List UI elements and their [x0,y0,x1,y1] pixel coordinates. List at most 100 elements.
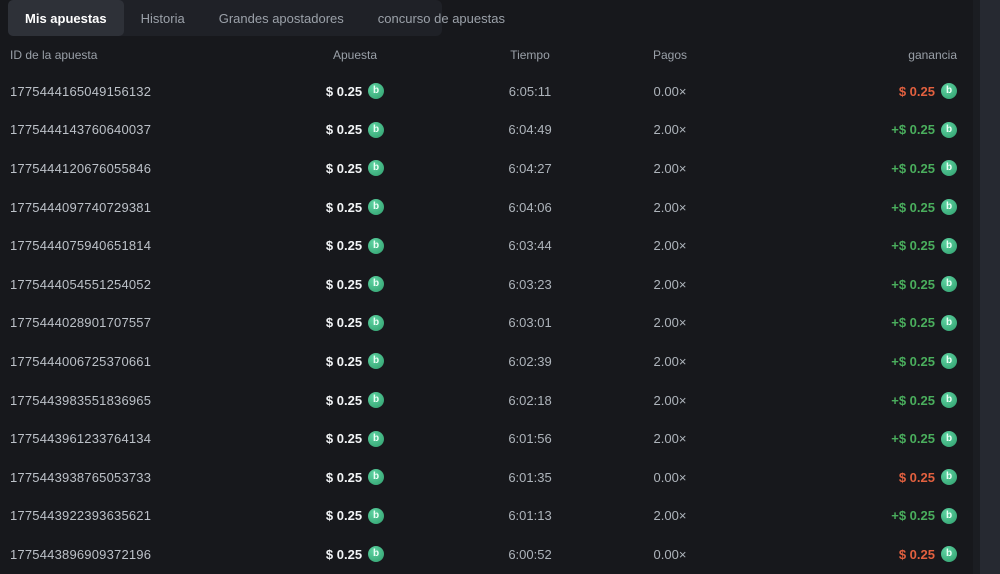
bet-time-value: 6:04:27 [508,160,552,176]
coin-icon: b [941,314,957,331]
bet-time-value: 6:04:06 [508,199,552,215]
payout-multiplier-value: 2.00× [653,315,687,331]
payout-multiplier-value: 0.00× [653,546,687,562]
bet-amount-value: $ 0.25 [325,508,363,524]
coin-icon: b [941,237,957,254]
payout-multiplier-value: 2.00× [653,392,687,408]
bet-amount-cell: $ 0.25 b [280,237,430,254]
table-row[interactable]: 1775443922393635621 $ 0.25 b 6:01:13 2.00× +$… [0,497,965,536]
profit-cell: +$ 0.25 b [710,314,957,331]
bets-table: ID de la apuesta Apuesta Tiempo Pagos ga… [0,36,965,574]
table-row[interactable]: 1775444120676055846 $ 0.25 b 6:04:27 2.00× +$… [0,149,965,188]
bet-id-value: 1775443922393635621 [10,508,152,524]
bet-amount-value: $ 0.25 [325,392,363,408]
payout-multiplier-value: 2.00× [653,508,687,524]
bet-id-value: 1775444006725370661 [10,353,152,369]
bet-id-value: 1775443938765053733 [10,469,152,485]
scrollbar-thumb[interactable] [980,0,1000,574]
bet-id-value: 1775443983551836965 [10,392,152,408]
coin-icon: b [368,507,385,524]
tab-mis-apuestas[interactable]: Mis apuestas [8,0,124,36]
bet-id-value: 1775444120676055846 [10,160,152,176]
bet-amount-value: $ 0.25 [325,122,363,138]
profit-value: +$ 0.25 [891,276,935,292]
bet-amount-cell: $ 0.25 b [280,507,430,524]
profit-value: +$ 0.25 [891,431,935,447]
bet-amount-value: $ 0.25 [325,546,363,562]
bets-panel: Mis apuestas Historia Grandes apostadores c… [0,0,1000,574]
table-row[interactable]: 1775443896909372196 $ 0.25 b 6:00:52 0.00× $ … [0,535,965,574]
coin-icon: b [368,469,385,486]
profit-cell: $ 0.25 b [710,469,957,486]
bet-id-value: 1775444165049156132 [10,83,152,99]
bet-amount-cell: $ 0.25 b [280,546,430,563]
bet-amount-cell: $ 0.25 b [280,276,430,293]
bet-time-value: 6:00:52 [508,546,552,562]
profit-value: $ 0.25 [898,546,935,562]
tab-bar: Mis apuestas Historia Grandes apostadores c… [8,0,505,36]
table-row[interactable]: 1775444028901707557 $ 0.25 b 6:03:01 2.00× +$… [0,304,965,343]
column-header-payout: Pagos [652,48,688,62]
bet-id-value: 1775444075940651814 [10,238,152,254]
tab-concurso-de-apuestas[interactable]: concurso de apuestas [361,0,522,36]
bet-id-value: 1775443961233764134 [10,431,152,447]
bet-id-value: 1775443896909372196 [10,546,152,562]
coin-icon: b [941,276,957,293]
payout-multiplier-value: 2.00× [653,431,687,447]
bet-time-value: 6:01:56 [508,431,552,447]
bet-amount-cell: $ 0.25 b [280,314,430,331]
table-row[interactable]: 1775444165049156132 $ 0.25 b 6:05:11 0.00× $ … [0,72,965,111]
bet-time-value: 6:05:11 [508,83,552,99]
bet-id-value: 1775444143760640037 [10,122,152,138]
bet-amount-value: $ 0.25 [325,83,363,99]
bet-id-value: 1775444097740729381 [10,199,152,215]
tab-historia[interactable]: Historia [124,0,202,36]
profit-value: +$ 0.25 [891,508,935,524]
table-row[interactable]: 1775444054551254052 $ 0.25 b 6:03:23 2.00× +$… [0,265,965,304]
payout-multiplier-value: 0.00× [653,83,687,99]
bet-time-value: 6:01:35 [508,469,552,485]
bet-time-value: 6:02:39 [508,353,552,369]
column-header-bet: Apuesta [332,48,378,62]
table-row[interactable]: 1775443961233764134 $ 0.25 b 6:01:56 2.00× +$… [0,419,965,458]
payout-multiplier-value: 2.00× [653,276,687,292]
profit-value: +$ 0.25 [891,199,935,215]
bet-amount-value: $ 0.25 [325,160,363,176]
bet-amount-cell: $ 0.25 b [280,392,430,409]
table-row[interactable]: 1775444075940651814 $ 0.25 b 6:03:44 2.00× +$… [0,226,965,265]
coin-icon: b [368,392,385,409]
profit-cell: +$ 0.25 b [710,507,957,524]
profit-value: +$ 0.25 [891,353,935,369]
bet-amount-value: $ 0.25 [325,238,363,254]
profit-cell: $ 0.25 b [710,546,957,563]
payout-multiplier-value: 2.00× [653,122,687,138]
bet-time-value: 6:04:49 [508,122,552,138]
coin-icon: b [368,276,385,293]
bet-time-value: 6:03:44 [508,238,552,254]
bet-amount-cell: $ 0.25 b [280,83,430,100]
column-header-bet-id: ID de la apuesta [10,48,98,62]
column-header-time: Tiempo [510,48,550,62]
tab-grandes-apostadores[interactable]: Grandes apostadores [202,0,361,36]
bet-amount-value: $ 0.25 [325,276,363,292]
table-body: 1775444165049156132 $ 0.25 b 6:05:11 0.00× $ … [0,72,965,574]
table-row[interactable]: 1775444143760640037 $ 0.25 b 6:04:49 2.00× +$… [0,111,965,150]
bet-amount-value: $ 0.25 [325,315,363,331]
table-row[interactable]: 1775443938765053733 $ 0.25 b 6:01:35 0.00× $ … [0,458,965,497]
bet-time-value: 6:02:18 [508,392,552,408]
scrollbar[interactable] [973,0,1000,574]
profit-cell: +$ 0.25 b [710,353,957,370]
coin-icon: b [368,237,385,254]
table-row[interactable]: 1775444097740729381 $ 0.25 b 6:04:06 2.00× +$… [0,188,965,227]
profit-value: $ 0.25 [898,469,935,485]
table-row[interactable]: 1775443983551836965 $ 0.25 b 6:02:18 2.00× +$… [0,381,965,420]
coin-icon: b [368,121,385,138]
payout-multiplier-value: 2.00× [653,353,687,369]
coin-icon: b [368,546,385,563]
bet-id-value: 1775444054551254052 [10,276,152,292]
coin-icon: b [368,160,385,177]
bet-amount-value: $ 0.25 [325,199,363,215]
bet-amount-value: $ 0.25 [325,353,363,369]
bet-amount-cell: $ 0.25 b [280,430,430,447]
table-row[interactable]: 1775444006725370661 $ 0.25 b 6:02:39 2.00× +$… [0,342,965,381]
